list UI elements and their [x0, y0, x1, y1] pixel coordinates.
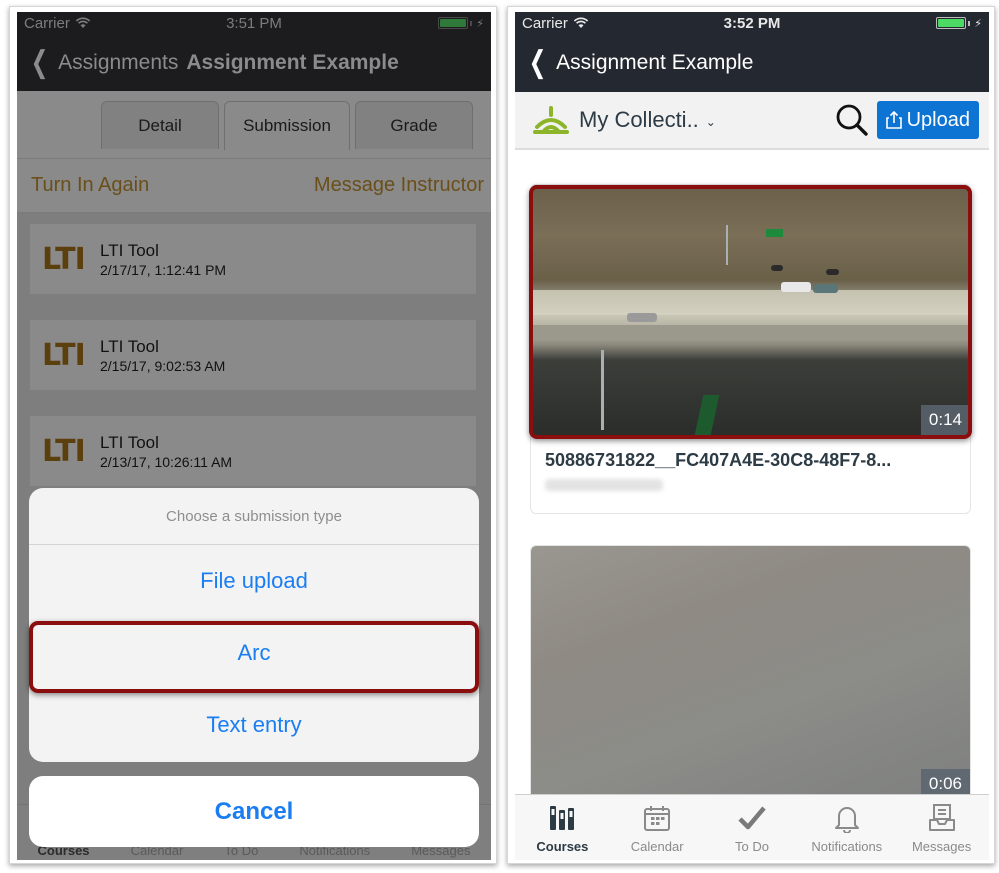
submission-title: LTI Tool [100, 240, 159, 260]
back-chevron-icon[interactable]: ❮ [31, 47, 49, 78]
back-button-title[interactable]: Assignment Example [556, 51, 753, 75]
upload-button[interactable]: Upload [876, 101, 979, 139]
inbox-icon [928, 804, 955, 831]
tab-label: Notifications [811, 839, 883, 854]
submission-date: 2/17/17, 1:12:41 PM [100, 261, 227, 278]
submission-date: 2/13/17, 10:26:11 AM [100, 453, 233, 470]
carrier-indicator: Carrier [522, 15, 589, 32]
tab-detail[interactable]: Detail [101, 101, 219, 149]
arc-highlight-outline [29, 621, 479, 693]
submission-title: LTI Tool [100, 432, 159, 452]
search-icon[interactable] [835, 103, 869, 137]
back-chevron-icon[interactable]: ❮ [529, 48, 547, 78]
tab-todo[interactable]: To Do [707, 803, 797, 860]
text-entry-option[interactable]: Text entry [29, 689, 479, 761]
tab-label: Messages [911, 839, 972, 854]
nav-bar: ❮ Assignments Assignment Example [17, 34, 491, 91]
carrier-indicator: Carrier [24, 15, 91, 32]
tab-bar: Courses Calendar To Do Notifications Mes… [515, 794, 989, 860]
tab-label: Calendar [630, 839, 684, 854]
battery-icon: ⚡ [936, 17, 982, 30]
status-bar: Carrier 3:51 PM ⚡ [17, 12, 491, 34]
submission-actions: Turn In Again Message Instructor [17, 159, 491, 213]
bell-icon [834, 807, 859, 833]
tab-label: Courses [536, 839, 589, 854]
arc-collection-screen: Carrier 3:52 PM ⚡ ❮ Assignment Example M… [515, 12, 989, 860]
submission-item[interactable]: LTI LTI Tool 2/13/17, 10:26:11 AM [30, 416, 476, 486]
segment-tabs: Detail Submission Grade [17, 91, 491, 159]
submission-title: LTI Tool [100, 336, 159, 356]
lti-logo-icon: LTI [42, 433, 86, 469]
tab-grade[interactable]: Grade [355, 101, 473, 149]
video-highlight-outline [529, 185, 972, 439]
checkmark-icon [738, 806, 766, 830]
status-bar: Carrier 3:52 PM ⚡ [515, 12, 989, 34]
file-upload-option[interactable]: File upload [29, 545, 479, 617]
battery-icon: ⚡ [438, 17, 484, 30]
calendar-icon [644, 806, 671, 831]
turn-in-again-button[interactable]: Turn In Again [31, 174, 149, 197]
tab-label: To Do [735, 839, 769, 854]
right-screenshot-frame: Carrier 3:52 PM ⚡ ❮ Assignment Example M… [507, 6, 995, 864]
lti-logo-icon: LTI [42, 241, 86, 277]
chevron-down-icon[interactable]: ⌄ [706, 115, 716, 129]
upload-label: Upload [906, 108, 970, 131]
submission-item[interactable]: LTI LTI Tool 2/15/17, 9:02:53 AM [30, 320, 476, 390]
tab-courses[interactable]: Courses [517, 803, 607, 860]
carrier-label: Carrier [24, 14, 70, 32]
tab-submission[interactable]: Submission [224, 101, 350, 150]
collection-selector[interactable]: My Collecti.. [579, 107, 699, 133]
tab-messages[interactable]: Messages [897, 803, 987, 860]
tab-notifications[interactable]: Notifications [802, 803, 892, 860]
lti-logo-icon: LTI [42, 337, 86, 373]
submission-date: 2/15/17, 9:02:53 AM [100, 357, 226, 374]
charging-icon: ⚡ [476, 17, 484, 30]
left-screenshot-frame: Carrier 3:51 PM ⚡ ❮ Assignments Assignme… [9, 6, 497, 864]
wifi-icon [573, 17, 588, 28]
tab-calendar[interactable]: Calendar [612, 803, 702, 860]
cancel-button[interactable]: Cancel [29, 776, 479, 847]
upload-icon [885, 111, 902, 129]
video-thumbnail[interactable]: 0:06 [531, 546, 970, 799]
video-meta-blurred [545, 479, 663, 491]
submission-screen: Carrier 3:51 PM ⚡ ❮ Assignments Assignme… [17, 12, 491, 860]
courses-icon [550, 806, 575, 830]
carrier-label: Carrier [522, 14, 568, 32]
submission-item[interactable]: LTI LTI Tool 2/17/17, 1:12:41 PM [30, 224, 476, 294]
video-title: 50886731822__FC407A4E-30C8-48F7-8... [545, 450, 892, 470]
page-title: Assignment Example [186, 50, 399, 74]
arc-toolbar: My Collecti.. ⌄ Upload [515, 92, 989, 150]
back-button[interactable]: Assignments [58, 51, 178, 75]
arc-logo-icon [533, 106, 569, 134]
nav-bar: ❮ Assignment Example [515, 34, 989, 92]
message-instructor-button[interactable]: Message Instructor [314, 174, 484, 197]
charging-icon: ⚡ [974, 17, 982, 30]
action-sheet-title: Choose a submission type [29, 488, 479, 545]
wifi-icon [75, 17, 90, 28]
